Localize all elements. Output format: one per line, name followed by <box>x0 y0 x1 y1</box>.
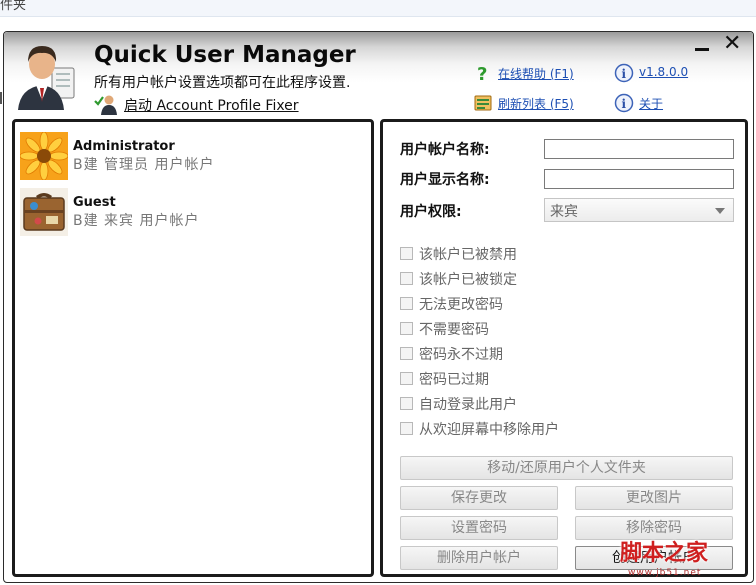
display-name-input[interactable] <box>544 169 734 189</box>
checkbox-box[interactable] <box>400 322 413 335</box>
app-window: Quick User Manager 所有用户帐户设置选项都可在此程序设置. 启… <box>3 31 754 583</box>
app-header: Quick User Manager 所有用户帐户设置选项都可在此程序设置. 启… <box>4 32 753 116</box>
checkbox-box[interactable] <box>400 247 413 260</box>
permission-label: 用户权限: <box>400 204 462 220</box>
checkbox-label: 不需要密码 <box>419 322 489 338</box>
create-user-button[interactable]: 创建用户帐户 <box>575 546 733 570</box>
permission-select[interactable]: 来宾 <box>544 198 734 222</box>
checkbox-label: 密码已过期 <box>419 372 489 388</box>
delete-user-button[interactable]: 删除用户帐户 <box>400 546 558 570</box>
online-help-label: 在线帮助 (F1) <box>498 67 574 81</box>
checkbox-label: 密码永不过期 <box>419 347 503 363</box>
user-name: Guest <box>73 195 116 210</box>
about-label: 关于 <box>639 97 664 111</box>
display-name-label: 用户显示名称: <box>400 172 490 188</box>
user-details-pane: 用户帐户名称: 用户显示名称: 用户权限: 来宾 该帐户已被禁用 该帐户已被锁定… <box>380 119 748 577</box>
user-list-pane[interactable]: Administrator B建 管理员 用户帐户 Guest B建 来宾 用户… <box>12 119 374 577</box>
launch-profile-fixer-label: 启动 Account Profile Fixer <box>124 98 299 114</box>
background-text-fragment: 件夹 <box>0 0 27 13</box>
user-list-item[interactable]: Administrator B建 管理员 用户帐户 <box>20 132 360 184</box>
user-description: B建 管理员 用户帐户 <box>73 157 215 173</box>
checkbox-label: 自动登录此用户 <box>419 397 517 413</box>
app-title: Quick User Manager <box>94 42 356 68</box>
user-check-icon <box>94 95 117 115</box>
user-list-item[interactable]: Guest B建 来宾 用户帐户 <box>20 188 360 240</box>
user-manager-logo-icon <box>18 46 75 110</box>
chevron-down-icon <box>715 208 725 214</box>
svg-text:i: i <box>622 67 627 81</box>
refresh-list-icon <box>474 95 492 111</box>
move-profile-button[interactable]: 移动/还原用户个人文件夹 <box>400 456 733 480</box>
minimize-button[interactable] <box>694 38 710 52</box>
help-question-icon: ? <box>477 64 487 83</box>
account-name-label: 用户帐户名称: <box>400 142 490 158</box>
about-info-icon: i <box>614 93 634 113</box>
checkbox-box[interactable] <box>400 347 413 360</box>
save-button[interactable]: 保存更改 <box>400 486 558 510</box>
remove-password-button[interactable]: 移除密码 <box>575 516 733 540</box>
checkbox-label: 该帐户已被禁用 <box>419 247 517 263</box>
change-picture-button[interactable]: 更改图片 <box>575 486 733 510</box>
checkbox-label: 从欢迎屏幕中移除用户 <box>419 422 559 438</box>
account-name-input[interactable] <box>544 139 734 159</box>
checkbox-box[interactable] <box>400 297 413 310</box>
permission-select-value: 来宾 <box>550 204 578 220</box>
checkbox-box[interactable] <box>400 422 413 435</box>
suitcase-avatar-icon <box>20 188 68 236</box>
svg-text:?: ? <box>477 64 487 83</box>
refresh-list-label: 刷新列表 (F5) <box>498 97 574 111</box>
flower-avatar-icon <box>20 132 68 180</box>
close-button[interactable]: ✕ <box>723 33 743 55</box>
checkbox-box[interactable] <box>400 272 413 285</box>
checkbox-box[interactable] <box>400 397 413 410</box>
background-caret <box>0 92 2 104</box>
checkbox-box[interactable] <box>400 372 413 385</box>
checkbox-label: 该帐户已被锁定 <box>419 272 517 288</box>
info-icon: i <box>614 63 634 83</box>
app-subtitle: 所有用户帐户设置选项都可在此程序设置. <box>94 75 351 91</box>
user-name: Administrator <box>73 139 175 154</box>
checkbox-label: 无法更改密码 <box>419 297 503 313</box>
user-description: B建 来宾 用户帐户 <box>73 213 200 229</box>
set-password-button[interactable]: 设置密码 <box>400 516 558 540</box>
svg-text:i: i <box>622 97 627 111</box>
version-label: v1.8.0.0 <box>639 65 689 79</box>
background-window-strip: 件夹 <box>0 0 756 17</box>
